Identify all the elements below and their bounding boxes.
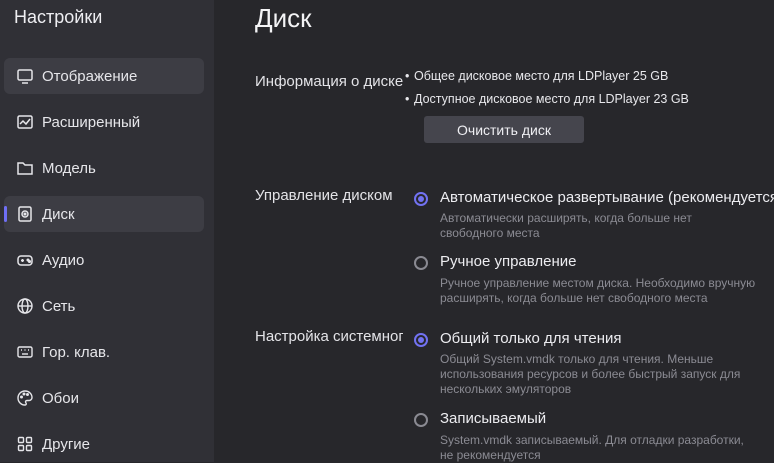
sidebar: Настройки Отображение Расширенный Модель… — [0, 0, 214, 462]
sidebar-item-label: Аудио — [42, 251, 85, 269]
chart-icon — [16, 113, 34, 131]
active-indicator — [4, 206, 7, 222]
sidebar-item-network[interactable]: Сеть — [4, 288, 204, 324]
sidebar-item-label: Сеть — [42, 297, 76, 315]
grid-icon — [16, 435, 34, 453]
writable-desc: System.vmdk записываемый. Для отладки ра… — [440, 433, 744, 462]
keyboard-icon — [16, 343, 34, 361]
auto-expand-label[interactable]: Автоматическое развертывание (рекомендуе… — [440, 189, 774, 206]
sidebar-item-label: Другие — [42, 435, 91, 453]
sidebar-item-label: Диск — [42, 205, 75, 223]
monitor-icon — [16, 67, 34, 85]
auto-expand-desc: Автоматически расширять, когда больше не… — [440, 211, 692, 240]
sidebar-item-label: Модель — [42, 159, 96, 177]
manual-desc: Ручное управление местом диска. Необходи… — [440, 276, 756, 305]
folder-icon — [16, 159, 34, 177]
clear-disk-button[interactable]: Очистить диск — [424, 116, 584, 143]
sidebar-item-audio[interactable]: Аудио — [4, 242, 204, 278]
sidebar-item-label: Расширенный — [42, 113, 141, 131]
disk-info-label: Информация о диске — [255, 73, 404, 90]
page-title: Диск — [255, 3, 312, 33]
sidebar-item-label: Отображение — [42, 67, 138, 85]
readonly-label[interactable]: Общий только для чтения — [440, 330, 622, 347]
sidebar-item-disk[interactable]: Диск — [4, 196, 204, 232]
palette-icon — [16, 389, 34, 407]
sidebar-item-wallpaper[interactable]: Обои — [4, 380, 204, 416]
writable-radio[interactable] — [414, 413, 428, 427]
manual-label[interactable]: Ручное управление — [440, 253, 577, 270]
auto-expand-radio[interactable] — [414, 192, 428, 206]
manual-radio[interactable] — [414, 256, 428, 270]
sidebar-item-advanced[interactable]: Расширенный — [4, 104, 204, 140]
sidebar-item-display[interactable]: Отображение — [4, 58, 204, 94]
readonly-radio[interactable] — [414, 333, 428, 347]
system-disk-label: Настройка системного диска — [255, 328, 403, 345]
sidebar-item-hotkeys[interactable]: Гор. клав. — [4, 334, 204, 370]
readonly-desc: Общий System.vmdk только для чтения. Мен… — [440, 352, 741, 396]
sidebar-item-label: Обои — [42, 389, 79, 407]
disk-total-text: Общее дисковое место для LDPlayer 25 GB — [405, 69, 668, 83]
main-panel: Диск Информация о диске Общее дисковое м… — [214, 0, 774, 462]
disk-available-text: Доступное дисковое место для LDPlayer 23… — [405, 92, 689, 106]
sidebar-item-other[interactable]: Другие — [4, 426, 204, 462]
sidebar-title: Настройки — [14, 7, 103, 27]
disk-management-label: Управление диском — [255, 187, 393, 204]
gamepad-icon — [16, 251, 34, 269]
writable-label[interactable]: Записываемый — [440, 410, 546, 427]
sidebar-item-label: Гор. клав. — [42, 343, 111, 361]
disk-icon — [16, 205, 34, 223]
globe-icon — [16, 297, 34, 315]
sidebar-item-model[interactable]: Модель — [4, 150, 204, 186]
